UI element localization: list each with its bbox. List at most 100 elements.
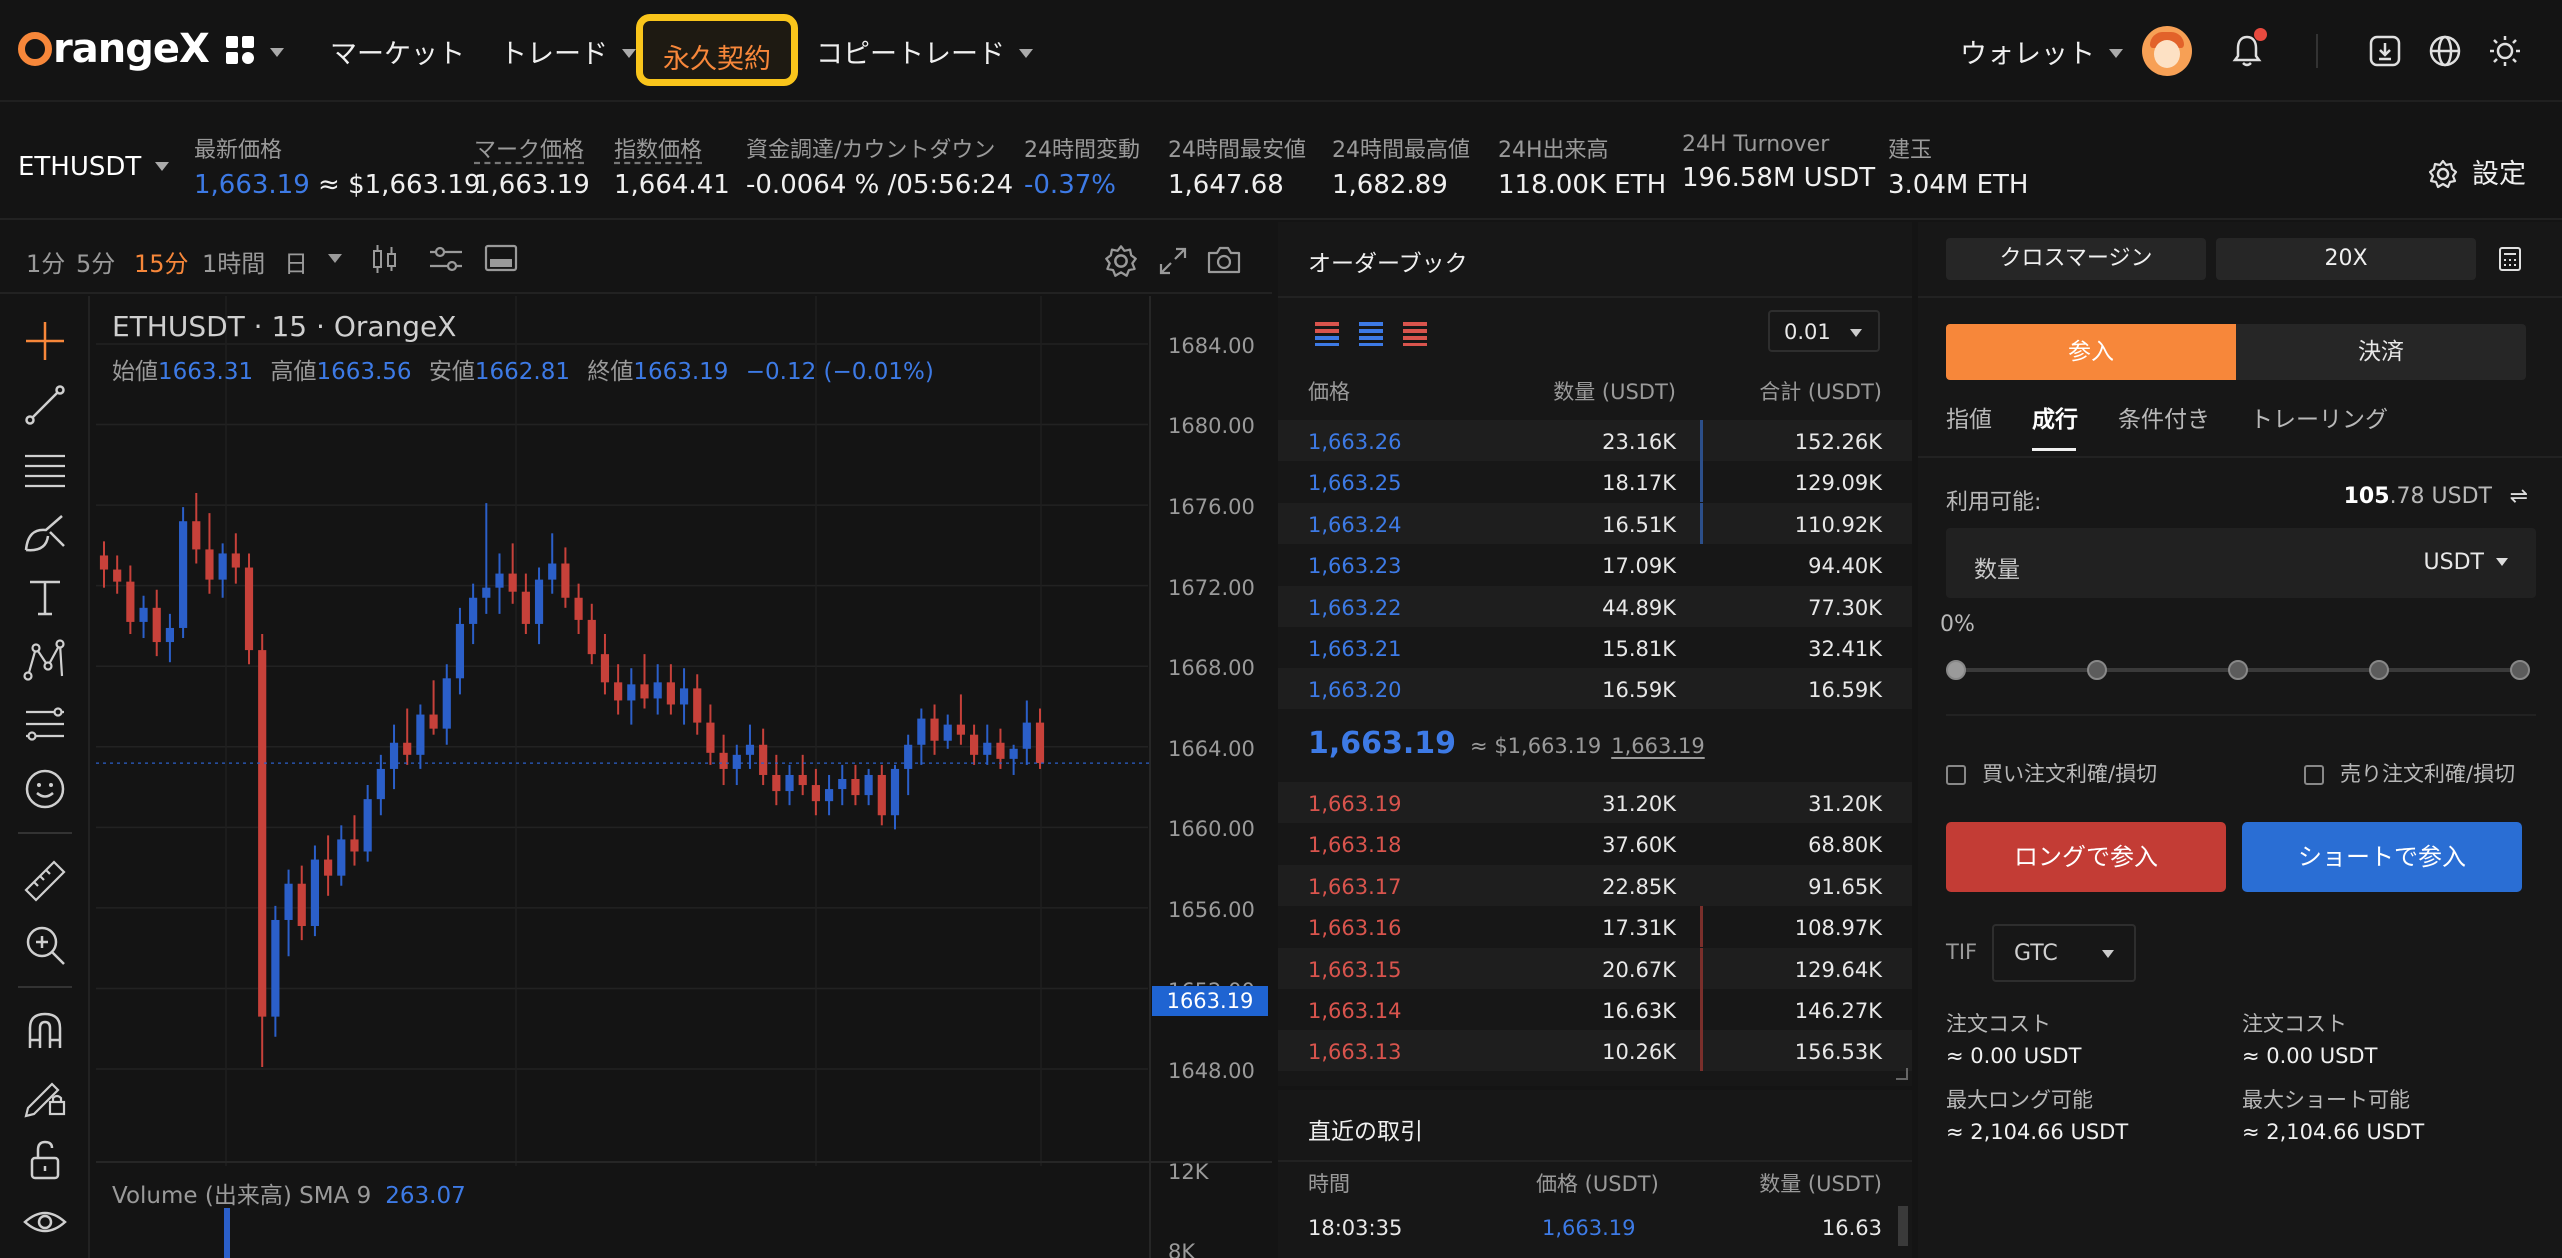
bid-row[interactable]: 1,663.18 37.60K 68.80K [1278, 823, 1912, 864]
transfer-swap-icon[interactable]: ⇌ [2510, 484, 2528, 509]
book-bids-view-icon[interactable] [1358, 320, 1384, 346]
tab-market[interactable]: 成行 [2032, 400, 2078, 434]
candle-style-icon[interactable] [370, 242, 400, 276]
globe-icon[interactable] [2428, 34, 2462, 68]
timeframe-1m[interactable]: 1分 [26, 244, 65, 279]
percent-slider[interactable] [1946, 660, 2530, 680]
stat-label[interactable]: マーク価格 [474, 132, 590, 164]
nav-copy-trade[interactable]: コピートレード [816, 32, 1033, 71]
unlock-icon[interactable] [22, 1136, 68, 1182]
price-step-value: 0.01 [1784, 320, 1831, 344]
timeframe-chevron-icon[interactable] [328, 254, 342, 263]
bid-row[interactable]: 1,663.19 31.20K 31.20K [1278, 782, 1912, 823]
resize-handle[interactable] [1896, 1068, 1908, 1080]
candle-body [521, 591, 530, 624]
emoji-icon[interactable] [22, 766, 68, 812]
slider-handle[interactable] [1946, 660, 1966, 680]
open-short-button[interactable]: ショートで参入 [2242, 822, 2522, 892]
chart-settings-gear-icon[interactable] [1104, 244, 1138, 278]
margin-mode-button[interactable]: クロスマージン [1946, 238, 2206, 280]
nav-perpetual[interactable]: 永久契約 [636, 14, 798, 86]
row-total: 16.59K [1808, 678, 1882, 703]
slider-stop-100[interactable] [2510, 660, 2530, 680]
leverage-button[interactable]: 20X [2216, 238, 2476, 280]
quantity-input[interactable]: 数量 USDT [1946, 528, 2536, 598]
nav-trade[interactable]: トレード [500, 32, 636, 71]
text-tool-icon[interactable] [22, 574, 68, 620]
quantity-unit-select[interactable]: USDT [2424, 550, 2508, 575]
calculator-icon[interactable] [2498, 246, 2522, 272]
timeframe-1d[interactable]: 日 [284, 244, 308, 279]
book-asks-view-icon[interactable] [1402, 320, 1428, 346]
bid-row[interactable]: 1,663.15 20.67K 129.64K [1278, 947, 1912, 989]
candlestick-svg[interactable] [96, 296, 1272, 1258]
symbol-selector[interactable]: ETHUSDT [18, 152, 170, 182]
crosshair-icon[interactable] [22, 318, 68, 364]
ask-row[interactable]: 1,663.24 16.51K 110.92K [1278, 502, 1912, 544]
bid-row[interactable]: 1,663.13 10.26K 156.53K [1278, 1030, 1912, 1072]
screenshot-camera-icon[interactable] [1206, 244, 1242, 276]
ask-row[interactable]: 1,663.22 44.89K 77.30K [1278, 585, 1912, 627]
stat-24h-low: 24時間最安値 1,647.68 [1168, 132, 1306, 200]
price-step-select[interactable]: 0.01 [1768, 310, 1880, 352]
tab-conditional[interactable]: 条件付き [2118, 400, 2210, 434]
ask-row[interactable]: 1,663.20 16.59K 16.59K [1278, 668, 1912, 710]
ask-row[interactable]: 1,663.21 15.81K 32.41K [1278, 627, 1912, 668]
apps-menu-button[interactable] [226, 36, 284, 64]
orangex-logo[interactable]: rangeX [18, 26, 210, 72]
sell-tpsl-checkbox[interactable]: 売り注文利確/損切 [2304, 758, 2515, 788]
bid-row[interactable]: 1,663.16 17.31K 108.97K [1278, 906, 1912, 948]
open-long-button[interactable]: ロングで参入 [1946, 822, 2226, 892]
layout-icon[interactable] [484, 244, 518, 274]
timeframe-1h[interactable]: 1時間 [202, 244, 265, 279]
ask-row[interactable]: 1,663.23 17.09K 94.40K [1278, 544, 1912, 585]
bid-row[interactable]: 1,663.17 22.85K 91.65K [1278, 864, 1912, 906]
timeframe-5m[interactable]: 5分 [76, 244, 115, 279]
user-avatar[interactable] [2142, 26, 2192, 76]
price-chart[interactable]: ETHUSDT · 15 · OrangeX 始値1663.31 高値1663.… [96, 296, 1272, 1258]
horizontal-lines-icon[interactable] [22, 446, 68, 492]
ruler-icon[interactable] [22, 858, 68, 904]
wallet-menu[interactable]: ウォレット [1960, 32, 2123, 71]
stat-label[interactable]: 指数価格 [614, 132, 730, 164]
ask-row[interactable]: 1,663.25 18.17K 129.09K [1278, 461, 1912, 503]
zoom-in-icon[interactable] [22, 922, 68, 968]
short-cost: 注文コスト ≈ 0.00 USDT [2242, 1008, 2377, 1068]
brush-icon[interactable] [22, 510, 68, 556]
book-both-view-icon[interactable] [1314, 320, 1340, 346]
slider-stop-25[interactable] [2087, 660, 2107, 680]
fib-tool-icon[interactable] [22, 702, 68, 748]
chevron-down-icon [155, 162, 170, 171]
quantity-placeholder: 数量 [1974, 557, 2020, 583]
fullscreen-icon[interactable] [1158, 246, 1188, 276]
magnet-icon[interactable] [22, 1008, 68, 1054]
eye-visibility-icon[interactable] [22, 1200, 68, 1246]
apps-grid-icon [226, 36, 254, 64]
lock-drawing-icon[interactable] [22, 1072, 68, 1118]
settings-button[interactable]: 設定 [2428, 152, 2526, 191]
theme-sun-icon[interactable] [2488, 34, 2522, 68]
indicators-icon[interactable] [428, 244, 464, 274]
ask-row[interactable]: 1,663.26 23.16K 152.26K [1278, 420, 1912, 461]
chevron-down-icon [2109, 49, 2123, 58]
nav-market[interactable]: マーケット [330, 32, 465, 71]
pattern-tool-icon[interactable] [22, 638, 68, 684]
tif-select[interactable]: GTC [1992, 924, 2136, 982]
candle-body [205, 549, 214, 580]
slider-stop-75[interactable] [2369, 660, 2389, 680]
tab-trailing[interactable]: トレーリング [2250, 400, 2388, 434]
download-icon[interactable] [2368, 34, 2402, 68]
row-total: 91.65K [1808, 874, 1882, 899]
trend-line-icon[interactable] [22, 382, 68, 428]
bid-row[interactable]: 1,663.14 16.63K 146.27K [1278, 989, 1912, 1030]
trades-scrollbar[interactable] [1898, 1206, 1908, 1246]
buy-tpsl-checkbox[interactable]: 買い注文利確/損切 [1946, 758, 2157, 788]
slider-stop-50[interactable] [2228, 660, 2248, 680]
tab-limit[interactable]: 指値 [1946, 400, 1992, 434]
notification-bell-icon[interactable] [2232, 28, 2267, 68]
timeframe-15m[interactable]: 15分 [134, 244, 189, 279]
open-position-tab[interactable]: 参入 [1946, 324, 2236, 380]
close-position-tab[interactable]: 決済 [2236, 324, 2526, 380]
mid-mark-price[interactable]: 1,663.19 [1611, 734, 1705, 758]
current-price-tag: 1663.19 [1152, 986, 1268, 1016]
